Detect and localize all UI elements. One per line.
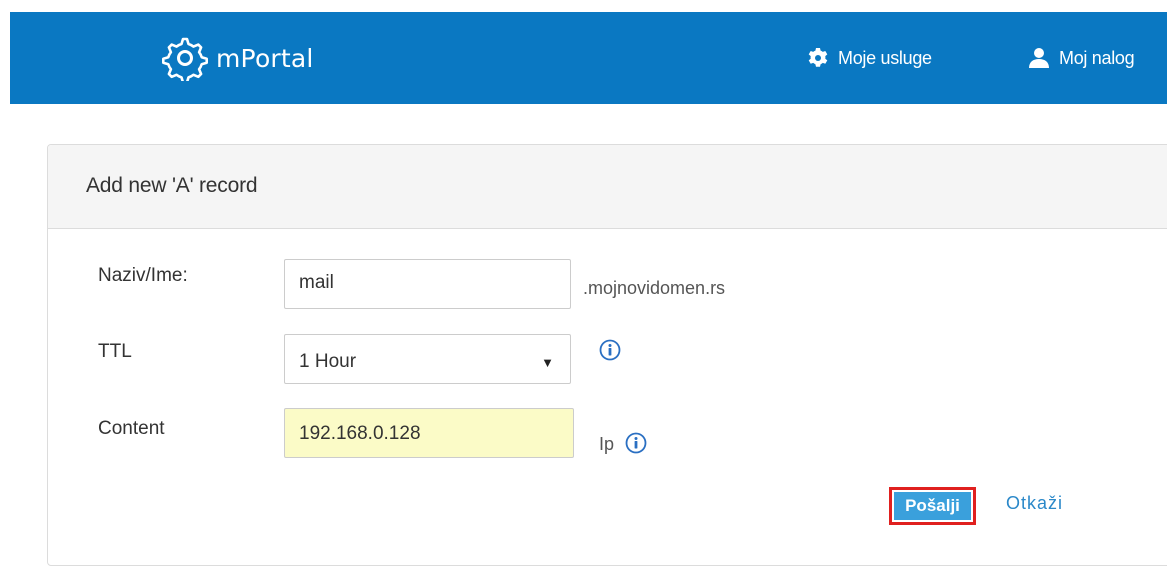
add-record-panel: Add new 'A' record Naziv/Ime: mail .mojn…: [47, 144, 1167, 566]
ttl-info-icon[interactable]: [599, 339, 621, 366]
ttl-selected-value: 1 Hour: [299, 351, 357, 372]
content-unit: Ip: [599, 434, 615, 454]
gear-outline-logo-icon: [162, 35, 208, 81]
ttl-select[interactable]: 1 Hour ▼: [284, 334, 571, 384]
panel-title: Add new 'A' record: [86, 174, 258, 197]
nav-my-services-label: Moje usluge: [838, 47, 932, 68]
brand-logo[interactable]: mPortal: [162, 34, 314, 82]
top-navigation-bar: mPortal Moje usluge Moj nalog: [10, 12, 1167, 104]
ttl-label: TTL: [98, 341, 132, 362]
submit-button-label: Pošalji: [894, 492, 971, 520]
name-label: Naziv/Ime:: [98, 265, 188, 286]
app-name: mPortal: [216, 43, 314, 73]
cancel-link[interactable]: Otkaži: [1006, 493, 1063, 514]
name-input[interactable]: mail: [284, 259, 571, 309]
content-label: Content: [98, 418, 165, 439]
dropdown-arrow-icon: ▼: [541, 354, 554, 370]
nav-my-services[interactable]: Moje usluge: [807, 45, 932, 71]
user-icon: [1028, 47, 1050, 69]
domain-suffix: .mojnovidomen.rs: [583, 278, 726, 298]
submit-button[interactable]: Pošalji: [889, 487, 976, 525]
content-input[interactable]: 192.168.0.128: [284, 408, 574, 458]
content-value: 192.168.0.128: [299, 423, 421, 444]
nav-my-account[interactable]: Moj nalog: [1028, 45, 1135, 71]
gear-icon: [807, 47, 829, 69]
content-info-icon[interactable]: [625, 432, 647, 459]
nav-my-account-label: Moj nalog: [1059, 47, 1135, 68]
panel-header: Add new 'A' record: [48, 145, 1167, 229]
